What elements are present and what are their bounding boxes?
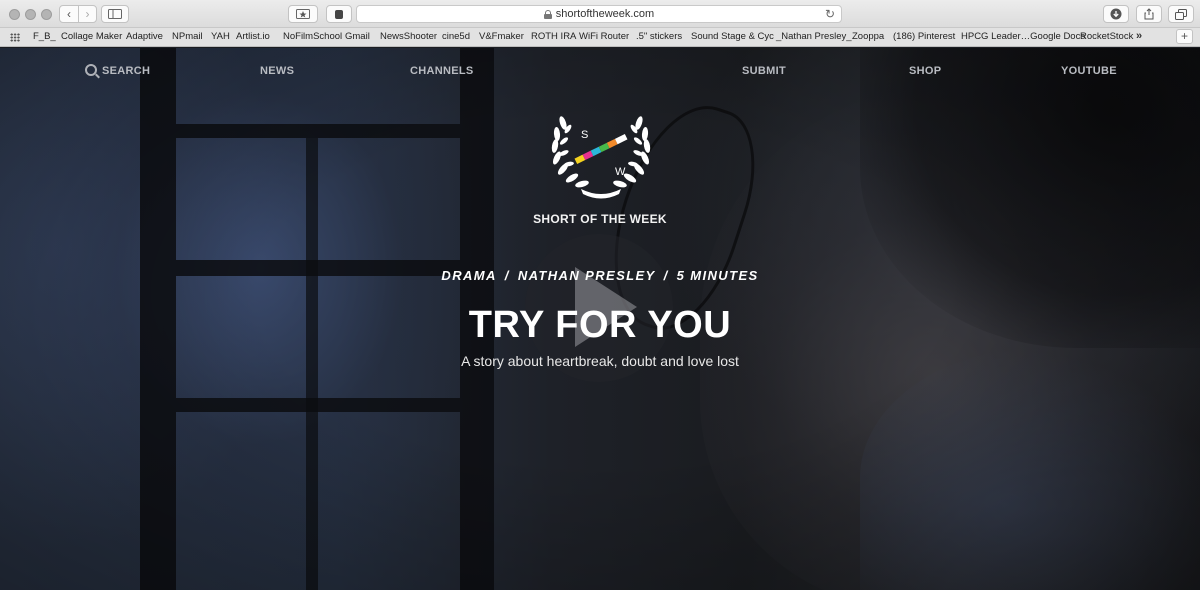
film-duration: 5 MINUTES <box>676 268 759 283</box>
bookmark-item[interactable]: RocketStock <box>1080 31 1133 43</box>
bookmark-item[interactable]: YAH <box>211 31 230 43</box>
bookmarks-bar: F_B_ Collage Maker Adaptive NPmail YAH A… <box>0 28 1200 47</box>
nav-news[interactable]: NEWS <box>260 65 294 77</box>
bookmark-item[interactable]: Artlist.io <box>236 31 270 43</box>
nav-submit[interactable]: SUBMIT <box>742 65 786 77</box>
bookmark-item[interactable]: NewsShooter <box>380 31 437 43</box>
logo-letter-w: W <box>615 166 626 178</box>
bookmark-item[interactable]: Zooppa <box>852 31 884 43</box>
laurel-wreath-icon: S W <box>551 116 651 199</box>
download-icon[interactable] <box>1103 5 1129 23</box>
reload-icon[interactable]: ↻ <box>825 7 835 21</box>
bookmark-item[interactable]: Gmail <box>345 31 370 43</box>
history-nav-buttons: ‹ › <box>59 5 97 23</box>
search-icon[interactable] <box>85 64 97 76</box>
film-meta: DRAMA / NATHAN PRESLEY / 5 MINUTES <box>300 268 900 283</box>
address-bar[interactable]: shortoftheweek.com ↻ <box>356 5 842 23</box>
bookmark-item[interactable]: NoFilmSchool <box>283 31 342 43</box>
extension-icon[interactable] <box>326 5 352 23</box>
url-text: shortoftheweek.com <box>555 8 655 20</box>
hero-section: SEARCH NEWS CHANNELS SUBMIT SHOP YOUTUBE <box>0 48 1200 590</box>
site-logo[interactable]: S W <box>545 103 657 203</box>
new-tab-icon[interactable]: + <box>1176 29 1193 44</box>
bookmark-item[interactable]: Collage Maker <box>61 31 122 43</box>
nav-channels[interactable]: CHANNELS <box>410 65 474 77</box>
close-window-icon[interactable] <box>9 9 20 20</box>
film-title[interactable]: TRY FOR YOU <box>300 304 900 347</box>
forward-icon[interactable]: › <box>78 6 96 22</box>
bookmark-item[interactable]: F_B_ <box>33 31 56 43</box>
bookmark-item[interactable]: WiFi Router <box>579 31 629 43</box>
bookmark-item[interactable]: NPmail <box>172 31 203 43</box>
browser-toolbar: ‹ › shortoftheweek.com ↻ <box>0 0 1200 28</box>
bookmark-item[interactable]: HPCG Leader…Google Docs <box>961 31 1085 43</box>
site-name: SHORT OF THE WEEK <box>533 212 667 226</box>
bookmark-item[interactable]: cine5d <box>442 31 470 43</box>
logo-letter-s: S <box>581 129 588 141</box>
tabs-icon[interactable] <box>1168 5 1194 23</box>
nav-youtube[interactable]: YOUTUBE <box>1061 65 1117 77</box>
more-icon[interactable]: » <box>1136 30 1142 42</box>
lock-icon <box>543 9 552 19</box>
film-director[interactable]: NATHAN PRESLEY <box>518 268 656 283</box>
meta-separator: / <box>663 268 669 283</box>
bookmark-item[interactable]: _Nathan Presley_ <box>776 31 852 43</box>
bookmark-item[interactable]: ROTH IRA <box>531 31 576 43</box>
bookmark-item[interactable]: Sound Stage & Cyc <box>691 31 774 43</box>
sidebar-icon[interactable] <box>101 5 129 23</box>
film-genre[interactable]: DRAMA <box>441 268 496 283</box>
bookmark-item[interactable]: .5" stickers <box>636 31 682 43</box>
nav-shop[interactable]: SHOP <box>909 65 941 77</box>
bookmark-item[interactable]: Adaptive <box>126 31 163 43</box>
back-icon[interactable]: ‹ <box>60 6 78 22</box>
bookmark-item[interactable]: V&Fmaker <box>479 31 524 43</box>
meta-separator: / <box>504 268 510 283</box>
grid-icon[interactable] <box>10 33 20 42</box>
zoom-window-icon[interactable] <box>41 9 52 20</box>
share-icon[interactable] <box>1136 5 1162 23</box>
bookmark-item[interactable]: (186) Pinterest <box>893 31 955 43</box>
reader-icon[interactable] <box>288 5 318 23</box>
nav-search[interactable]: SEARCH <box>102 65 150 77</box>
film-tagline: A story about heartbreak, doubt and love… <box>461 353 739 369</box>
minimize-window-icon[interactable] <box>25 9 36 20</box>
